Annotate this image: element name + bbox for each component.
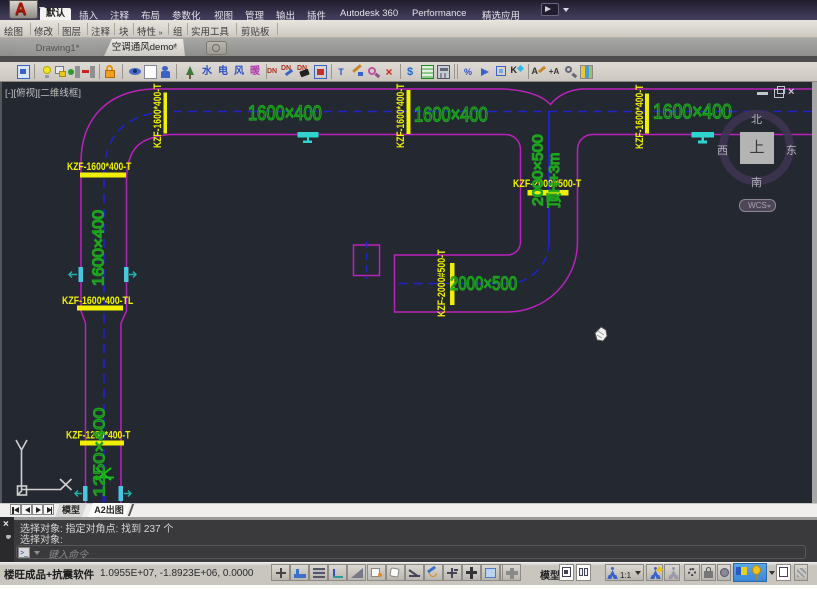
svg-text:1600×400: 1600×400 (414, 103, 488, 126)
svg-text:1250×400: 1250×400 (90, 407, 108, 497)
svg-text:KZF-1600*400-T: KZF-1600*400-T (152, 84, 164, 148)
svg-text:2000×500: 2000×500 (530, 134, 547, 206)
svg-text:2000×500: 2000×500 (450, 273, 517, 294)
svg-text:KZF-1600*400-TL: KZF-1600*400-TL (62, 295, 133, 307)
svg-text:KZF-1600*400-T: KZF-1600*400-T (395, 84, 407, 148)
svg-text:1600×400: 1600×400 (653, 101, 732, 124)
svg-text:KZF-2000#500-T: KZF-2000#500-T (436, 250, 448, 317)
svg-text:KZF-1600*400-T: KZF-1600*400-T (634, 85, 646, 149)
svg-text:1600×400: 1600×400 (248, 101, 322, 124)
svg-text:KZF-1600*400-T: KZF-1600*400-T (67, 161, 131, 173)
svg-text:1600×400: 1600×400 (90, 210, 107, 286)
svg-text:顶H+3m: 顶H+3m (546, 153, 563, 208)
